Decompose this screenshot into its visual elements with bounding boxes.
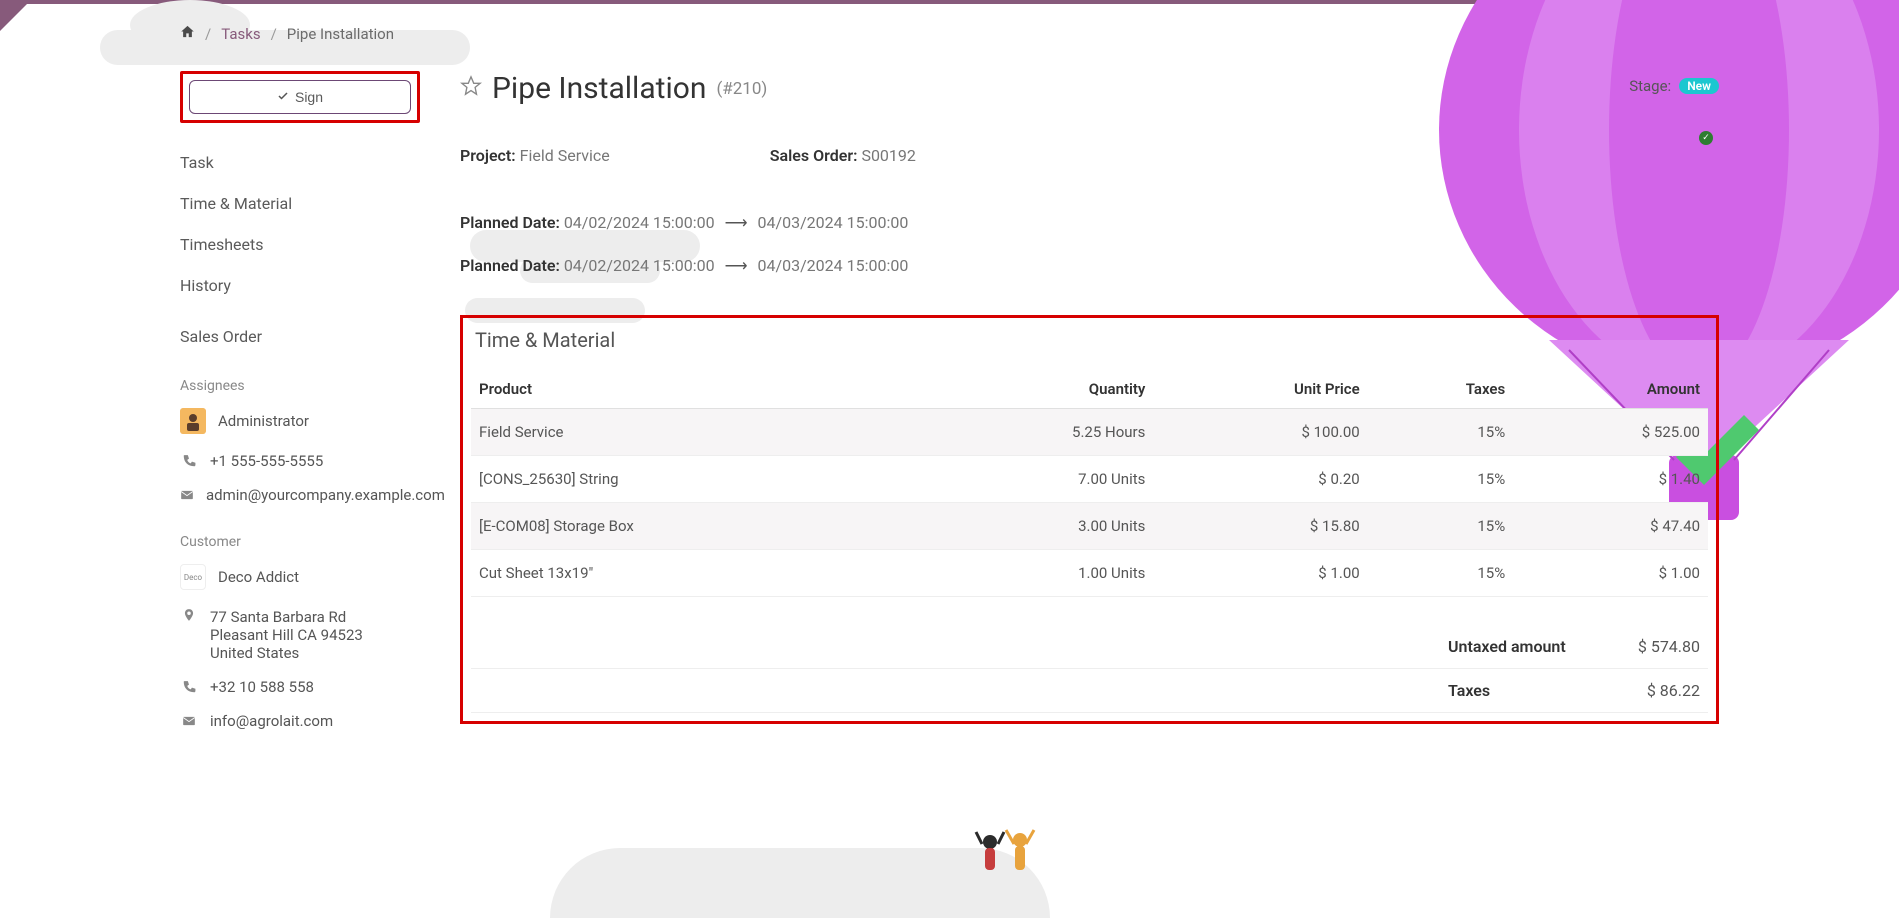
td-product: Field Service: [471, 409, 919, 456]
sales-order-label: Sales Order:: [770, 146, 858, 165]
customer-addr-line: Pleasant Hill CA 94523: [210, 626, 363, 644]
assignee-email: admin@yourcompany.example.com: [206, 486, 445, 504]
highlight-sign-box: Sign: [180, 71, 420, 123]
project-label: Project:: [460, 146, 516, 165]
sales-order-value: S00192: [861, 146, 915, 165]
stage-label: Stage:: [1629, 77, 1671, 95]
table-row: [E-COM08] Storage Box3.00 Units$ 15.8015…: [471, 503, 1708, 550]
assignee-name: Administrator: [218, 412, 309, 430]
check-badge-icon: ✓: [1699, 131, 1713, 145]
td-amount: $ 1.00: [1513, 550, 1708, 597]
planned-date-from: 04/02/2024 15:00:00: [564, 256, 715, 275]
mail-icon: [180, 488, 194, 502]
phone-icon: [180, 454, 198, 468]
sidebar-nav: Task Time & Material Timesheets History: [180, 153, 420, 295]
planned-date-to: 04/03/2024 15:00:00: [758, 213, 909, 232]
customer-heading: Customer: [180, 534, 420, 550]
task-ref: (#210): [716, 79, 767, 99]
pin-icon: [180, 608, 198, 622]
sidebar-item-time-material[interactable]: Time & Material: [180, 194, 420, 213]
td-qty: 7.00 Units: [919, 456, 1153, 503]
customer-name: Deco Addict: [218, 568, 299, 586]
planned-date-label: Planned Date:: [460, 256, 560, 275]
td-taxes: 15%: [1368, 550, 1513, 597]
td-taxes: 15%: [1368, 409, 1513, 456]
home-icon: [180, 25, 195, 43]
page-title: Pipe Installation: [492, 71, 706, 106]
td-price: $ 15.80: [1153, 503, 1367, 550]
td-product: [E-COM08] Storage Box: [471, 503, 919, 550]
td-price: $ 0.20: [1153, 456, 1367, 503]
planned-date-from: 04/02/2024 15:00:00: [564, 213, 715, 232]
phone-icon: [180, 680, 198, 694]
table-row: Cut Sheet 13x19"1.00 Units$ 1.0015%$ 1.0…: [471, 550, 1708, 597]
th-unit-price: Unit Price: [1153, 370, 1367, 409]
td-price: $ 1.00: [1153, 550, 1367, 597]
td-amount: $ 47.40: [1513, 503, 1708, 550]
time-material-panel: Time & Material Product Quantity Unit Pr…: [460, 315, 1719, 724]
td-product: Cut Sheet 13x19": [471, 550, 919, 597]
taxes-label: Taxes: [1448, 681, 1598, 700]
breadcrumb-sep: /: [205, 25, 211, 43]
customer-email: info@agrolait.com: [210, 712, 333, 730]
taxes-value: $ 86.22: [1620, 681, 1700, 700]
td-qty: 1.00 Units: [919, 550, 1153, 597]
sidebar-item-history[interactable]: History: [180, 276, 420, 295]
breadcrumb-sep: /: [271, 25, 277, 43]
breadcrumb-home[interactable]: [180, 24, 195, 43]
project-value: Field Service: [520, 146, 610, 165]
customer-phone: +32 10 588 558: [210, 678, 314, 696]
planned-date-to: 04/03/2024 15:00:00: [758, 256, 909, 275]
breadcrumb-tasks[interactable]: Tasks: [221, 25, 260, 43]
time-material-table: Product Quantity Unit Price Taxes Amount…: [471, 370, 1708, 597]
arrow-icon: ⟶: [725, 256, 748, 275]
breadcrumb: / Tasks / Pipe Installation: [180, 24, 1719, 43]
sidebar-item-sales-order[interactable]: Sales Order: [180, 327, 420, 346]
planned-date-label: Planned Date:: [460, 213, 560, 232]
breadcrumb-current: Pipe Installation: [287, 25, 394, 43]
customer-addr-line: 77 Santa Barbara Rd: [210, 608, 363, 626]
arrow-icon: ⟶: [725, 213, 748, 232]
table-row: Field Service5.25 Hours$ 100.0015%$ 525.…: [471, 409, 1708, 456]
check-icon: [277, 89, 289, 105]
sidebar-item-timesheets[interactable]: Timesheets: [180, 235, 420, 254]
untaxed-value: $ 574.80: [1620, 637, 1700, 656]
untaxed-label: Untaxed amount: [1448, 637, 1598, 656]
th-product: Product: [471, 370, 919, 409]
td-qty: 3.00 Units: [919, 503, 1153, 550]
sign-button-label: Sign: [295, 89, 323, 105]
th-taxes: Taxes: [1368, 370, 1513, 409]
th-amount: Amount: [1513, 370, 1708, 409]
td-product: [CONS_25630] String: [471, 456, 919, 503]
td-taxes: 15%: [1368, 503, 1513, 550]
td-amount: $ 1.40: [1513, 456, 1708, 503]
avatar: [180, 408, 206, 434]
td-taxes: 15%: [1368, 456, 1513, 503]
assignee-phone: +1 555-555-5555: [210, 452, 323, 470]
table-row: [CONS_25630] String7.00 Units$ 0.2015%$ …: [471, 456, 1708, 503]
sidebar-item-task[interactable]: Task: [180, 153, 420, 172]
customer-logo: Deco: [180, 564, 206, 590]
td-qty: 5.25 Hours: [919, 409, 1153, 456]
assignees-heading: Assignees: [180, 378, 420, 394]
stage-badge: New: [1679, 78, 1719, 94]
time-material-heading: Time & Material: [471, 328, 1708, 352]
people-illustration: [970, 824, 1050, 888]
customer-addr-line: United States: [210, 644, 363, 662]
th-quantity: Quantity: [919, 370, 1153, 409]
td-amount: $ 525.00: [1513, 409, 1708, 456]
star-icon[interactable]: [460, 75, 482, 103]
td-price: $ 100.00: [1153, 409, 1367, 456]
sign-button[interactable]: Sign: [189, 80, 411, 114]
mail-icon: [180, 714, 198, 728]
